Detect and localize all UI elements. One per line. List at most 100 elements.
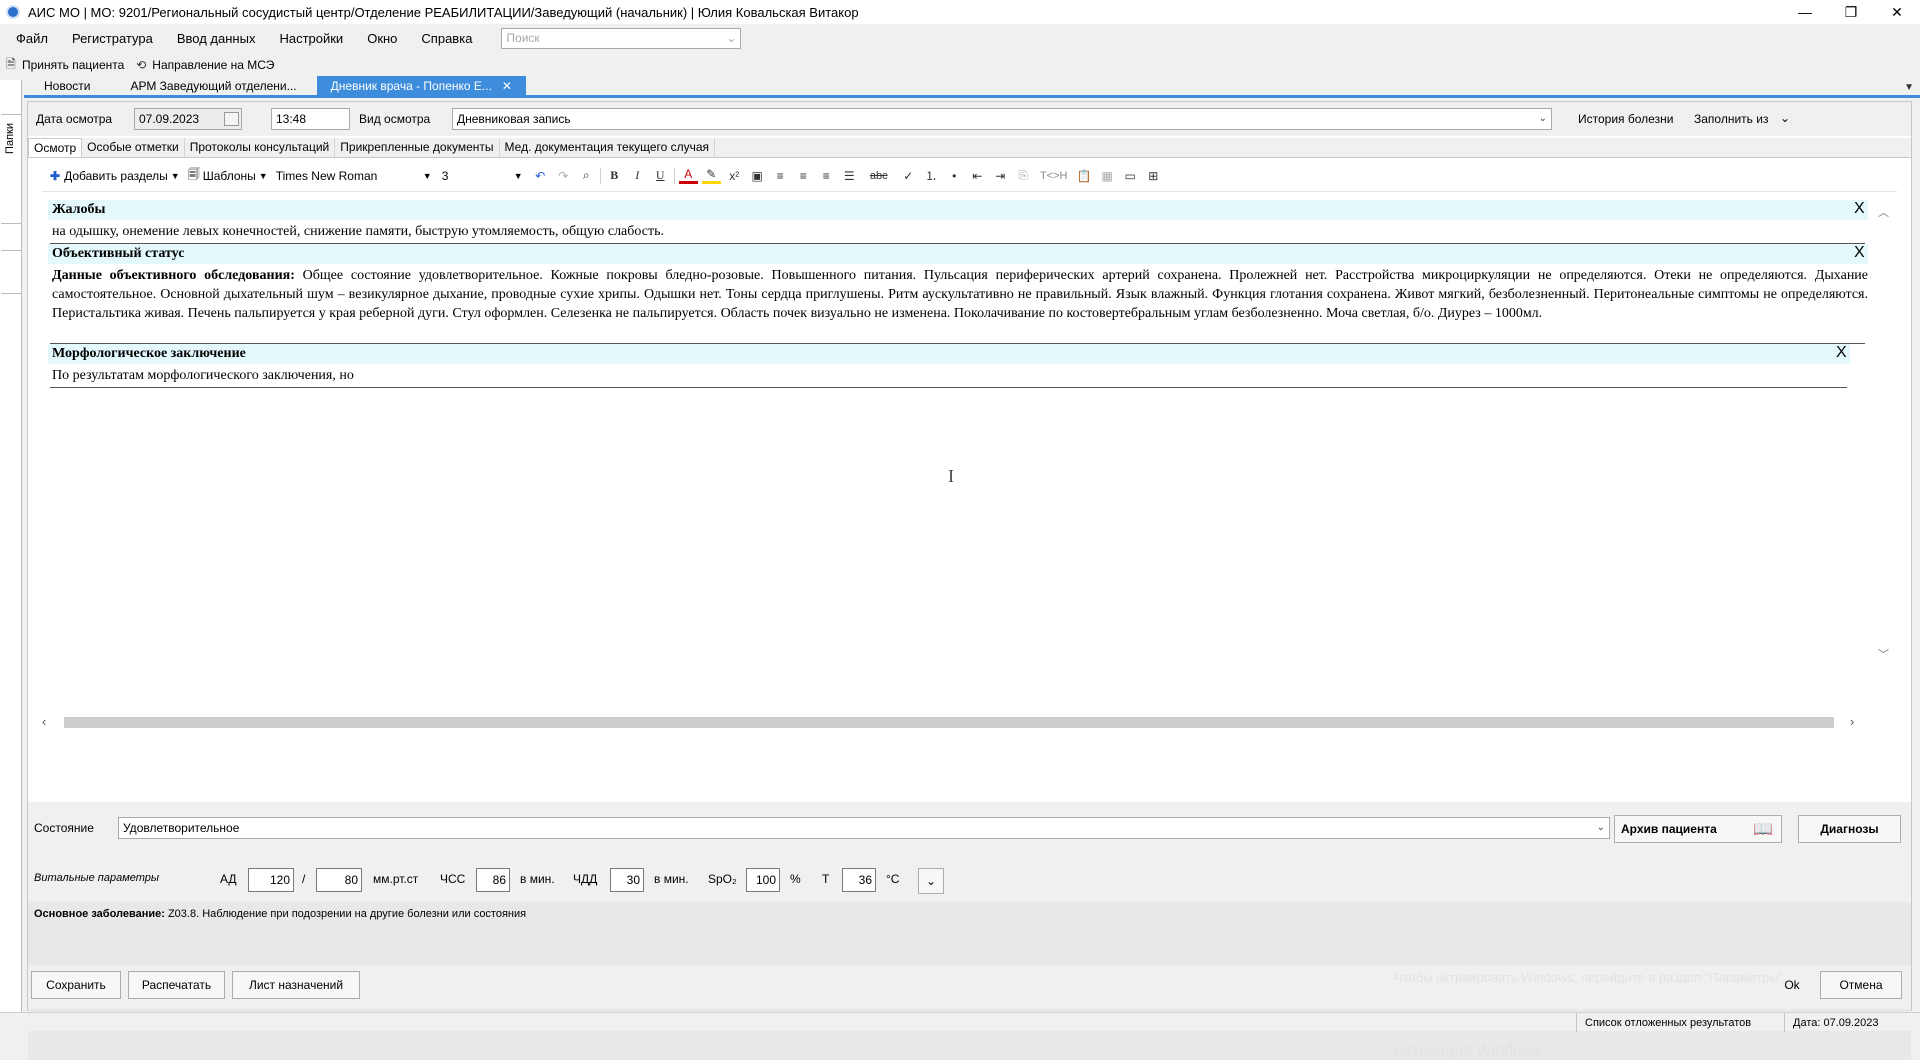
add-sections-button[interactable]: ✚ Добавить разделы ▼ xyxy=(50,169,180,183)
document-body[interactable]: Жалобы X на одышку, онемение левых конеч… xyxy=(48,200,1868,660)
restore-button[interactable]: ❐ xyxy=(1828,0,1874,24)
menu-data-entry[interactable]: Ввод данных xyxy=(168,31,265,46)
menu-window[interactable]: Окно xyxy=(358,31,406,46)
close-window-button[interactable]: ✕ xyxy=(1874,0,1920,24)
temp-label: Т xyxy=(822,872,830,886)
main-diagnosis-value: Z03.8. Наблюдение при подозрении на друг… xyxy=(164,908,527,920)
save-button[interactable]: Сохранить xyxy=(31,971,121,999)
redo-icon[interactable]: ↷ xyxy=(554,166,573,185)
remove-section-button[interactable]: X xyxy=(1854,244,1865,262)
indent-icon[interactable]: ⇥ xyxy=(991,166,1010,185)
templates-button[interactable]: 🗐 Шаблоны ▼ xyxy=(188,165,268,186)
find-icon[interactable]: ⌕ xyxy=(577,166,596,185)
patient-archive-button[interactable]: Архив пациента 📖 xyxy=(1614,815,1782,843)
title-bar: АИС МО | МО: 9201/Региональный сосудисты… xyxy=(0,0,1920,24)
scroll-left-icon[interactable]: ‹ xyxy=(42,714,46,729)
align-justify-icon[interactable]: ☰ xyxy=(840,166,859,185)
paste-icon[interactable]: ⎘ xyxy=(1014,166,1033,185)
minimize-button[interactable]: — xyxy=(1782,0,1828,24)
menu-settings[interactable]: Настройки xyxy=(270,31,352,46)
remove-section-button[interactable]: X xyxy=(1836,344,1847,362)
mse-referral-button[interactable]: ⟲ Направление на МСЭ xyxy=(134,58,274,72)
chevron-down-icon[interactable]: ⌄ xyxy=(1780,111,1790,125)
scroll-thumb[interactable] xyxy=(64,717,1834,728)
tab-list-icon[interactable]: ▼ xyxy=(1904,82,1914,93)
exam-date-field[interactable]: 07.09.2023 xyxy=(134,108,242,130)
bold-button[interactable]: B xyxy=(605,166,624,185)
image-icon[interactable]: ▦ xyxy=(1098,166,1117,185)
exam-type-select[interactable]: Дневниковая запись ⌄ xyxy=(452,108,1552,130)
table-icon[interactable]: ⊞ xyxy=(1144,166,1163,185)
tab-doctor-diary[interactable]: Дневник врача - Попенко Е... ✕ xyxy=(316,76,526,95)
bulleted-list-icon[interactable]: • xyxy=(945,166,964,185)
vertical-scrollbar[interactable]: ︿ ﹀ xyxy=(1874,198,1892,668)
align-center-icon[interactable]: ≡ xyxy=(794,166,813,185)
app-icon xyxy=(6,5,20,19)
close-icon[interactable]: ✕ xyxy=(502,79,512,93)
numbered-list-icon[interactable]: ⒈ xyxy=(922,166,941,185)
rr-input[interactable]: 30 xyxy=(610,868,644,892)
align-right-icon[interactable]: ≡ xyxy=(817,166,836,185)
cancel-button[interactable]: Отмена xyxy=(1820,971,1902,999)
activation-watermark-text: Чтобы активировать Windows, перейдите в … xyxy=(1394,970,1787,985)
tab-attached-docs[interactable]: Прикрепленные документы xyxy=(335,138,500,157)
tab-consult-protocols[interactable]: Протоколы консультаций xyxy=(185,138,336,157)
horizontal-scrollbar[interactable]: ‹ › xyxy=(42,714,1862,730)
bp-diastolic-input[interactable]: 80 xyxy=(316,868,362,892)
tab-exam[interactable]: Осмотр xyxy=(28,138,83,157)
undo-icon[interactable]: ↶ xyxy=(531,166,550,185)
side-tab-2[interactable] xyxy=(1,250,21,294)
state-select[interactable]: Удовлетворительное ⌄ xyxy=(118,817,1610,839)
tab-current-case-docs[interactable]: Мед. документация текущего случая xyxy=(500,138,716,157)
scroll-down-icon[interactable]: ﹀ xyxy=(1878,646,1889,662)
input-field-icon[interactable]: ▭ xyxy=(1121,166,1140,185)
status-bar: Список отложенных результатов Дата: 07.0… xyxy=(0,1012,1920,1032)
expand-vitals-button[interactable]: ⌄ xyxy=(918,868,944,894)
superscript-icon[interactable]: x² xyxy=(725,166,744,185)
pending-results-link[interactable]: Список отложенных результатов xyxy=(1576,1013,1759,1032)
calendar-icon[interactable] xyxy=(224,112,239,126)
prescriptions-button[interactable]: Лист назначений xyxy=(232,971,360,999)
tab-arm-head[interactable]: АРМ Заведующий отделени... xyxy=(110,76,316,95)
tab-news[interactable]: Новости xyxy=(24,76,110,95)
font-size-select[interactable]: 3 ▼ xyxy=(442,166,527,186)
outdent-icon[interactable]: ⇤ xyxy=(968,166,987,185)
history-button[interactable]: История болезни xyxy=(1578,112,1673,126)
scroll-up-icon[interactable]: ︿ xyxy=(1878,204,1889,220)
menu-bar: Файл Регистратура Ввод данных Настройки … xyxy=(0,26,1920,50)
spellcheck-icon[interactable]: ✓ xyxy=(899,166,918,185)
font-family-select[interactable]: Times New Roman ▼ xyxy=(276,166,436,186)
align-left-icon[interactable]: ≡ xyxy=(771,166,790,185)
section-body-text: Общее состояние удовлетворительное. Кожн… xyxy=(52,268,1869,321)
toolbar-separator xyxy=(673,167,675,184)
strikethrough-icon[interactable]: abc xyxy=(863,166,895,185)
tag-toggle-button[interactable]: T<>H xyxy=(1037,166,1071,185)
folders-side-panel: Папки xyxy=(0,80,22,1012)
diagnoses-button[interactable]: Диагнозы xyxy=(1798,815,1901,843)
insert-field-icon[interactable]: ▣ xyxy=(748,166,767,185)
search-input[interactable]: Поиск ⌄ xyxy=(501,27,742,49)
fill-from-button[interactable]: Заполнить из xyxy=(1694,112,1768,126)
caret-down-icon: ▼ xyxy=(170,170,180,181)
temp-input[interactable]: 36 xyxy=(842,868,876,892)
menu-file[interactable]: Файл xyxy=(7,31,57,46)
text-color-icon[interactable]: A xyxy=(678,167,698,184)
italic-button[interactable]: I xyxy=(628,166,647,185)
exam-time-field[interactable]: 13:48 xyxy=(271,108,350,130)
scroll-right-icon[interactable]: › xyxy=(1850,714,1854,729)
underline-button[interactable]: U xyxy=(651,166,670,185)
folders-tab[interactable]: Папки xyxy=(1,114,21,224)
menu-help[interactable]: Справка xyxy=(412,31,481,46)
menu-registry[interactable]: Регистратура xyxy=(63,31,162,46)
vitals-label: Витальные параметры xyxy=(34,872,159,884)
accept-patient-button[interactable]: 🗎 Принять пациента xyxy=(4,57,124,73)
activation-watermark-title: Активация Windows xyxy=(1394,1042,1542,1059)
spo2-input[interactable]: 100 xyxy=(746,868,780,892)
highlight-icon[interactable]: ✎ xyxy=(701,167,721,184)
clipboard-icon[interactable]: 📋 xyxy=(1075,166,1094,185)
remove-section-button[interactable]: X xyxy=(1854,200,1865,218)
print-button[interactable]: Распечатать xyxy=(128,971,225,999)
hr-input[interactable]: 86 xyxy=(476,868,510,892)
bp-systolic-input[interactable]: 120 xyxy=(248,868,294,892)
tab-special-marks[interactable]: Особые отметки xyxy=(82,138,185,157)
